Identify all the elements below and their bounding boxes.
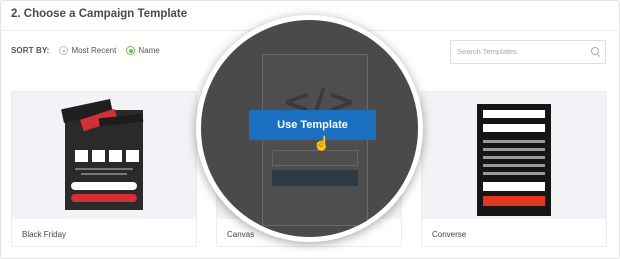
radio-name[interactable] [126,46,136,55]
sort-option-label: Name [138,46,160,55]
template-card-black-friday[interactable]: Black Friday [11,91,197,247]
section-title: 2. Choose a Campaign Template [11,8,188,20]
template-name: Black Friday [22,230,67,239]
converse-preview [477,104,551,216]
radio-most-recent[interactable] [59,46,69,55]
template-thumbnail[interactable] [422,92,606,219]
search-input[interactable] [457,43,582,59]
sort-option-most-recent[interactable]: Most Recent [59,46,116,55]
magnifier-lens: </> Use Template ☝ [196,15,423,242]
sort-controls: SORT BY: Most Recent Name [11,46,170,55]
template-thumbnail[interactable] [12,92,196,219]
template-name: Canvas [227,230,255,239]
sort-label: SORT BY: [11,46,50,55]
preview-button [272,170,358,186]
sort-option-name[interactable]: Name [126,46,160,55]
preview-field [272,150,358,166]
search-icon[interactable] [591,47,599,55]
black-friday-preview [61,98,144,210]
search-box[interactable] [450,40,606,64]
sort-option-label: Most Recent [71,46,117,55]
template-card-converse[interactable]: Converse [421,91,607,247]
hand-cursor-icon: ☝ [313,135,331,151]
template-name: Converse [432,230,467,239]
